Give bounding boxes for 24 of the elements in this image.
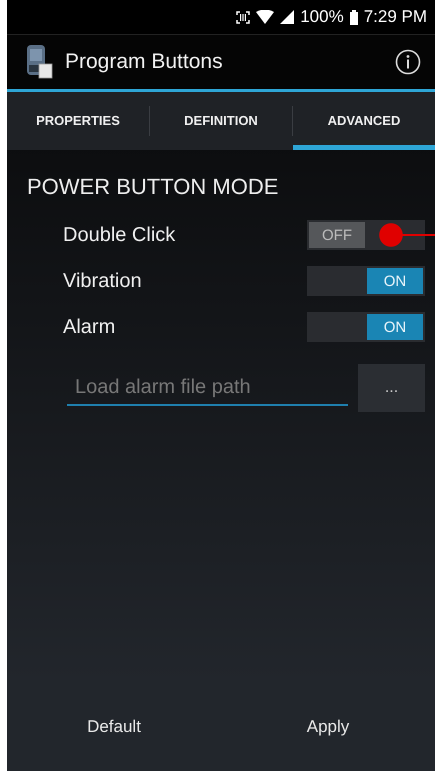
section-heading: POWER BUTTON MODE: [27, 174, 280, 200]
switch-state: ON: [367, 314, 423, 340]
wifi-icon: [256, 10, 274, 24]
battery-percent: 100%: [300, 7, 344, 27]
info-icon[interactable]: [395, 49, 421, 75]
handheld-device-icon: [25, 45, 53, 79]
tab[interactable]: DEFINITION: [150, 92, 292, 150]
app-title: Program Buttons: [65, 50, 224, 74]
file-path-field[interactable]: Load alarm file path: [67, 370, 348, 406]
tab[interactable]: PROPERTIES: [7, 92, 149, 150]
battery-icon: [350, 10, 358, 24]
signal-icon: [280, 10, 294, 24]
setting-label: Vibration: [63, 270, 143, 292]
toggle-switch[interactable]: ON: [307, 266, 425, 296]
clock: 7:29 PM: [364, 7, 427, 27]
switch-state: ON: [367, 268, 423, 294]
toggle-switch[interactable]: ON: [307, 312, 425, 342]
setting-label: Double Click: [63, 224, 176, 246]
browse-button[interactable]: ...: [358, 364, 425, 412]
action-button[interactable]: Apply: [221, 691, 435, 771]
action-button[interactable]: Default: [7, 691, 221, 771]
switch-state: OFF: [309, 222, 365, 248]
setting-label: Alarm: [63, 316, 116, 338]
scanner-icon: [236, 10, 250, 24]
